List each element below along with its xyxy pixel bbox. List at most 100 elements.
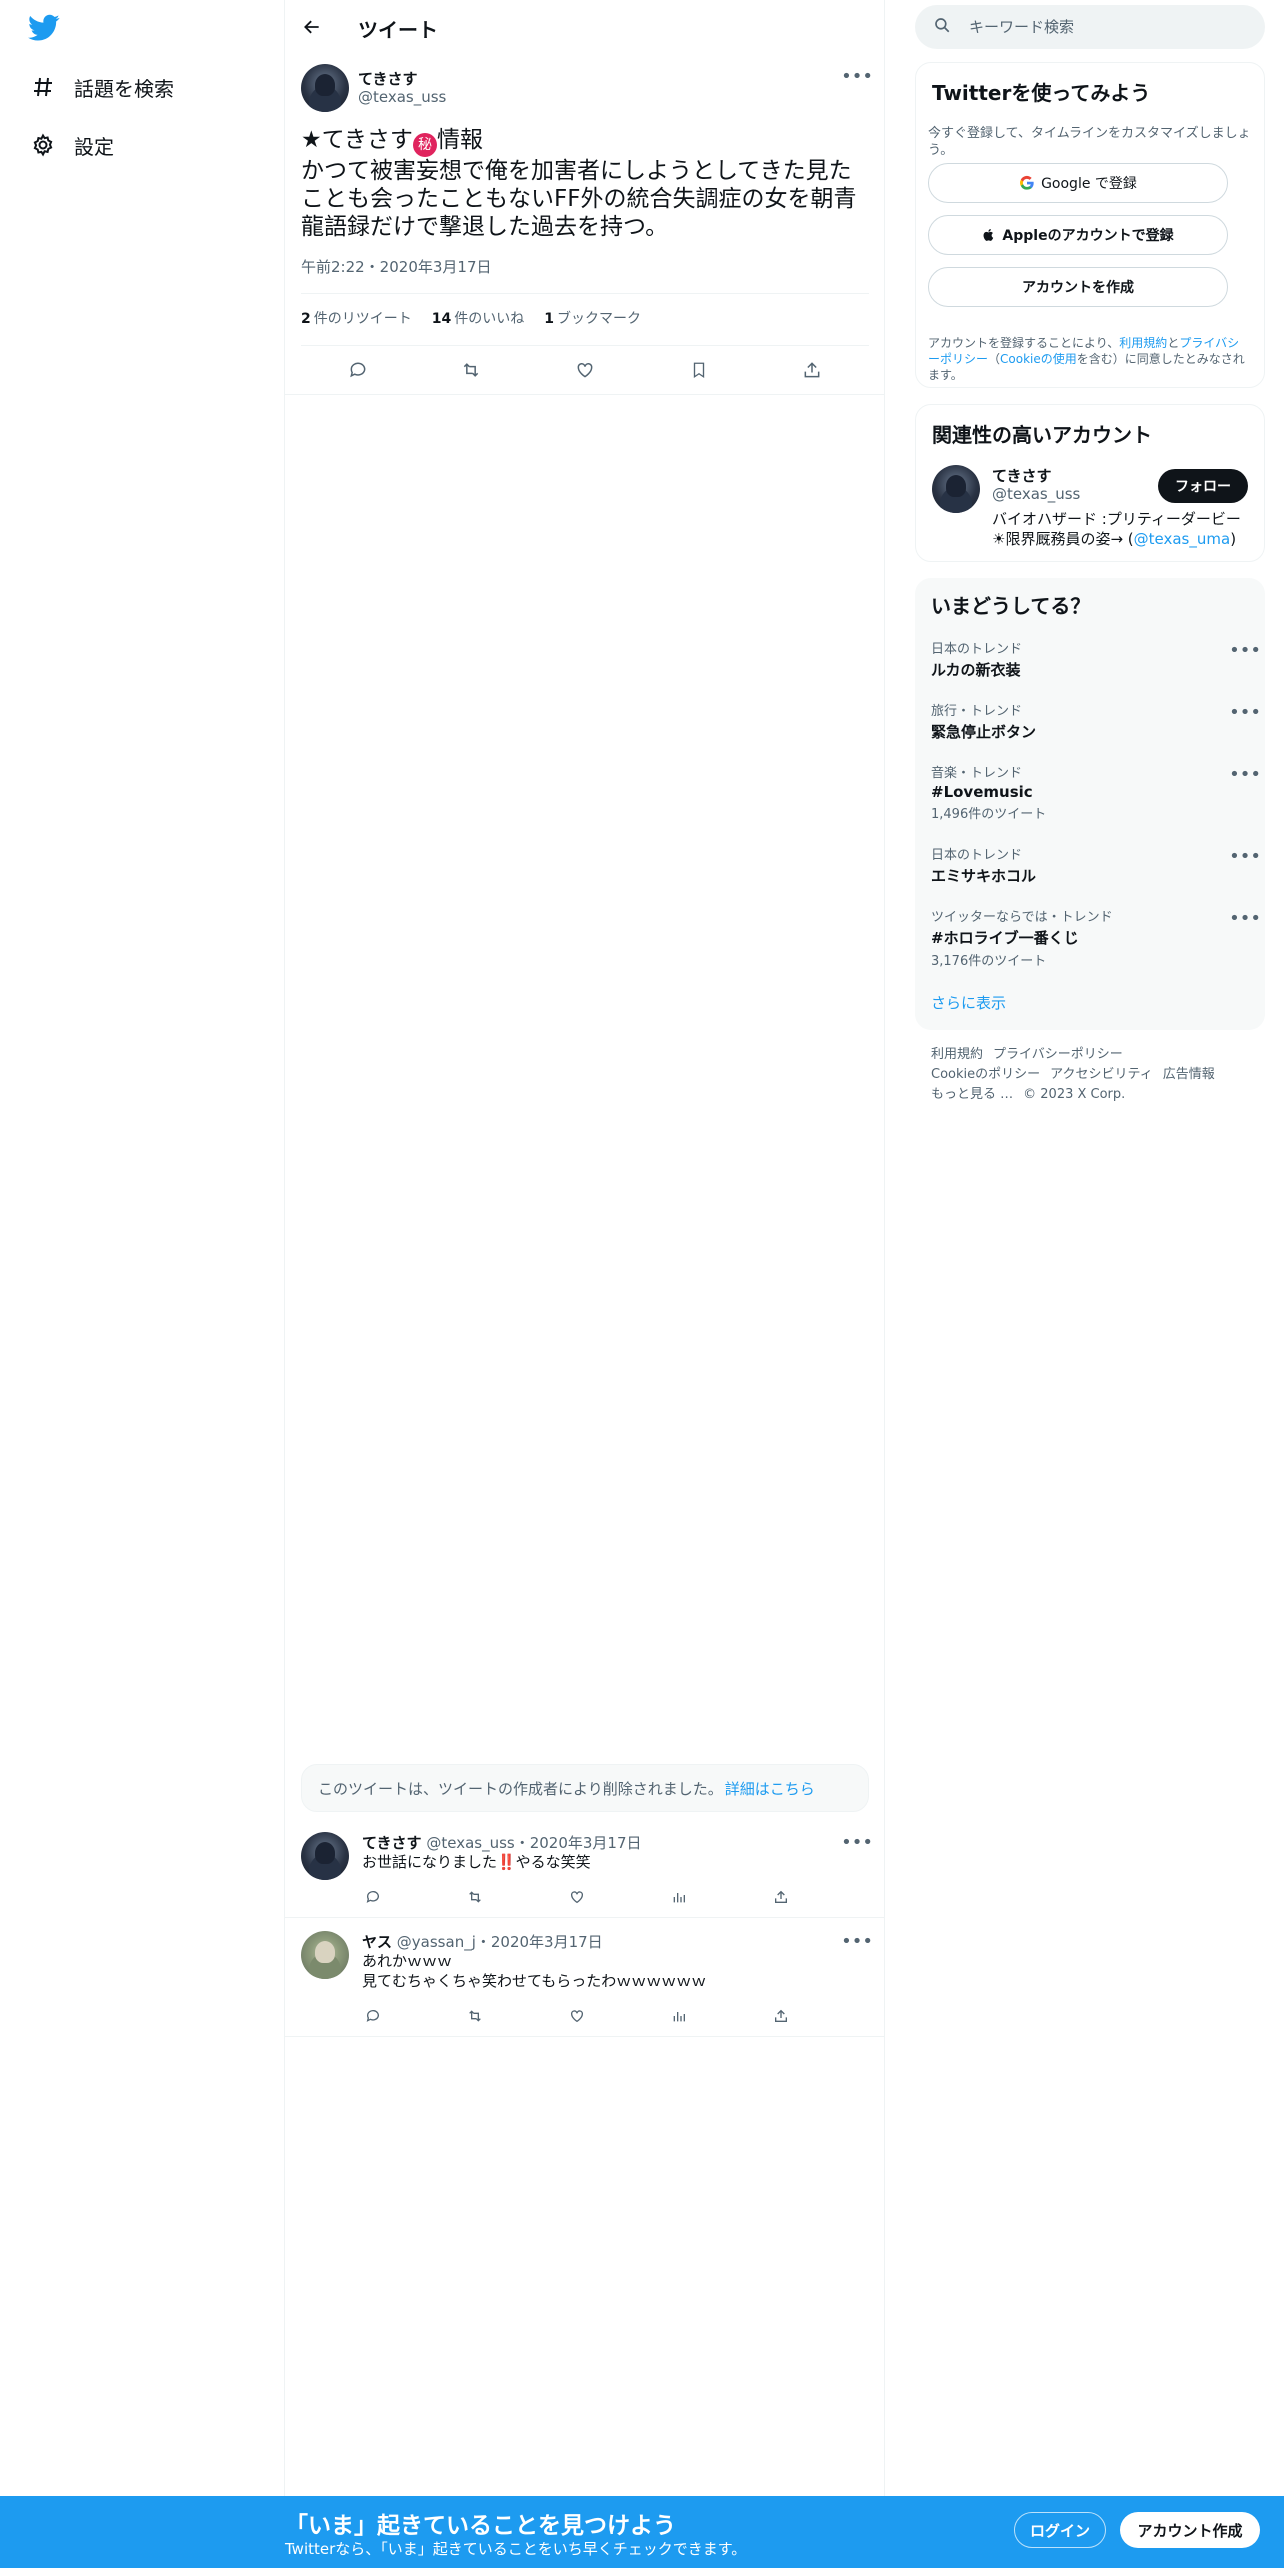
reply-icon[interactable] xyxy=(362,1886,384,1908)
trend-name: ルカの新衣装 xyxy=(931,661,1021,679)
tweet-actions xyxy=(301,352,869,388)
author-name[interactable]: てきさす xyxy=(358,68,418,89)
reply-avatar[interactable] xyxy=(301,1931,349,1979)
main-column: ツイート てきさす @texas_uss ••• ★てきさす秘情報 かつて被害妄… xyxy=(285,0,885,2568)
trend-item[interactable]: 旅行・トレンド 緊急停止ボタン ••• xyxy=(915,700,1265,742)
like-heart-icon[interactable] xyxy=(566,1886,588,1908)
more-options-icon[interactable]: ••• xyxy=(841,1830,873,1854)
trend-item[interactable]: 日本のトレンド エミサキホコル ••• xyxy=(915,844,1265,886)
search-input[interactable] xyxy=(969,18,1249,36)
gear-icon xyxy=(28,130,58,160)
analytics-icon[interactable] xyxy=(668,2005,690,2027)
footer-ads-link[interactable]: 広告情報 xyxy=(1163,1067,1215,1082)
follow-button[interactable]: フォロー xyxy=(1158,469,1248,503)
trend-meta: 音楽・トレンド xyxy=(931,766,1023,781)
google-signup-label: Google で登録 xyxy=(1041,176,1137,192)
cookie-link[interactable]: Cookieの使用 xyxy=(1000,352,1077,366)
legal-prefix: アカウントを登録することにより、 xyxy=(928,336,1120,350)
trends-title: いまどうしてる？ xyxy=(931,594,1091,618)
related-handle[interactable]: @texas_uss xyxy=(992,485,1080,503)
trend-count: 1,496件のツイート xyxy=(931,807,1047,822)
create-account-button[interactable]: アカウントを作成 xyxy=(928,267,1228,307)
learn-more-link[interactable]: 詳細はこちら xyxy=(725,1778,815,1799)
signup-card-subtitle: 今すぐ登録して、タイムラインをカスタマイズしましょう。 xyxy=(928,126,1251,158)
retweet-icon[interactable] xyxy=(454,353,488,387)
deleted-notice-text: このツイートは、ツイートの作成者により削除されました。 xyxy=(318,1779,723,1798)
more-options-icon[interactable]: ••• xyxy=(841,1929,873,1953)
trend-item[interactable]: 音楽・トレンド #Lovemusic 1,496件のツイート ••• xyxy=(915,762,1265,823)
share-icon[interactable] xyxy=(770,1886,792,1908)
reply-tweet[interactable]: ヤス @yassan_j・2020年3月17日 あれかｗｗｗ 見てむちゃくちゃ笑… xyxy=(285,1919,885,2037)
retweets-stat[interactable]: 2 件のリツイート xyxy=(301,308,412,328)
more-options-icon[interactable]: ••• xyxy=(1229,700,1261,724)
bookmarks-count: 1 xyxy=(544,311,554,327)
apple-signup-button[interactable]: Appleのアカウントで登録 xyxy=(928,215,1228,255)
reply-author-name[interactable]: てきさす xyxy=(362,1834,422,1852)
footer-more-link[interactable]: もっと見る … xyxy=(931,1087,1013,1102)
tweet-text: ★てきさす秘情報 かつて被害妄想で俺を加害者にしようとしてきた見たことも会ったこ… xyxy=(301,126,869,241)
page-title: ツイート xyxy=(358,18,438,42)
footer-terms-link[interactable]: 利用規約 xyxy=(931,1047,983,1062)
share-icon[interactable] xyxy=(770,2005,792,2027)
related-avatar[interactable] xyxy=(932,465,980,513)
trend-meta: 日本のトレンド xyxy=(931,848,1023,863)
reply-author-name[interactable]: ヤス xyxy=(362,1933,392,1951)
bio-mention-link[interactable]: @texas_uma xyxy=(1134,530,1231,548)
search-bar[interactable] xyxy=(915,5,1265,49)
google-signup-button[interactable]: Google で登録 xyxy=(928,163,1228,203)
related-name[interactable]: てきさす xyxy=(992,465,1052,486)
more-options-icon[interactable]: ••• xyxy=(1229,844,1261,868)
trend-item[interactable]: 日本のトレンド ルカの新衣装 ••• xyxy=(915,638,1265,680)
terms-link[interactable]: 利用規約 xyxy=(1119,336,1167,350)
trend-meta: 旅行・トレンド xyxy=(931,704,1023,719)
back-arrow-icon[interactable] xyxy=(297,12,327,42)
more-options-icon[interactable]: ••• xyxy=(1229,906,1261,930)
signup-button[interactable]: アカウント作成 xyxy=(1120,2512,1260,2548)
trend-count: 3,176件のツイート xyxy=(931,954,1047,969)
more-options-icon[interactable]: ••• xyxy=(1229,762,1261,786)
login-button[interactable]: ログイン xyxy=(1014,2512,1106,2548)
trend-item[interactable]: ツイッターならでは・トレンド #ホロライブ一番くじ 3,176件のツイート ••… xyxy=(915,906,1265,970)
related-bio: バイオハザード :プリティーダービー ☀限界厩務員の姿→ (@texas_uma… xyxy=(992,509,1256,549)
footer-cookie-link[interactable]: Cookieのポリシー xyxy=(931,1067,1040,1082)
reply-icon[interactable] xyxy=(362,2005,384,2027)
tweet-header-bar: ツイート xyxy=(285,0,885,53)
author-avatar[interactable] xyxy=(301,64,349,112)
reply-avatar[interactable] xyxy=(301,1832,349,1880)
footer-accessibility-link[interactable]: アクセシビリティ xyxy=(1050,1067,1153,1082)
like-heart-icon[interactable] xyxy=(566,2005,588,2027)
divider xyxy=(301,293,869,294)
retweets-label: 件のリツイート xyxy=(313,311,412,327)
likes-stat[interactable]: 14 件のいいね xyxy=(432,308,524,328)
reply-tweet[interactable]: てきさす @texas_uss・2020年3月17日 お世話になりました‼️やる… xyxy=(285,1820,885,1918)
more-options-icon[interactable]: ••• xyxy=(841,64,873,88)
legal-open-paren: （ xyxy=(988,352,1001,366)
show-more-link[interactable]: さらに表示 xyxy=(931,992,1006,1013)
signup-card: Twitterを使ってみよう 今すぐ登録して、タイムラインをカスタマイズしましょ… xyxy=(915,62,1265,388)
nav-item-settings[interactable]: 設定 xyxy=(28,128,114,162)
footer-privacy-link[interactable]: プライバシーポリシー xyxy=(993,1047,1123,1062)
likes-count: 14 xyxy=(431,311,452,327)
bookmark-icon[interactable] xyxy=(682,353,716,387)
trend-name: エミサキホコル xyxy=(931,867,1037,885)
apple-signup-label: Appleのアカウントで登録 xyxy=(1002,228,1174,244)
reply-icon[interactable] xyxy=(341,353,375,387)
reply-text: あれかｗｗｗ 見てむちゃくちゃ笑わせてもらったわｗｗｗｗｗｗ xyxy=(362,1952,707,1990)
author-handle[interactable]: @texas_uss xyxy=(358,88,446,106)
retweet-icon[interactable] xyxy=(464,2005,486,2027)
nav-item-explore[interactable]: 話題を検索 xyxy=(28,70,174,104)
retweet-icon[interactable] xyxy=(464,1886,486,1908)
reply-text: お世話になりました‼️やるな笑笑 xyxy=(362,1853,591,1871)
more-options-icon[interactable]: ••• xyxy=(1229,638,1261,662)
prompt-title: 「いま」起きていることを見つけよう xyxy=(285,2513,676,2539)
twitter-logo-icon[interactable] xyxy=(28,14,60,42)
bookmarks-stat[interactable]: 1 ブックマーク xyxy=(544,308,641,328)
related-accounts-card: 関連性の高いアカウント てきさす @texas_uss フォロー バイオハザード… xyxy=(915,404,1265,562)
signup-card-title: Twitterを使ってみよう xyxy=(932,81,1151,105)
like-heart-icon[interactable] xyxy=(568,353,602,387)
tweet-timestamp[interactable]: 午前2:22・2020年3月17日 xyxy=(301,256,492,277)
tweet-author-row: てきさす @texas_uss ••• xyxy=(301,64,873,114)
apple-icon xyxy=(982,227,996,243)
share-icon[interactable] xyxy=(795,353,829,387)
analytics-icon[interactable] xyxy=(668,1886,690,1908)
